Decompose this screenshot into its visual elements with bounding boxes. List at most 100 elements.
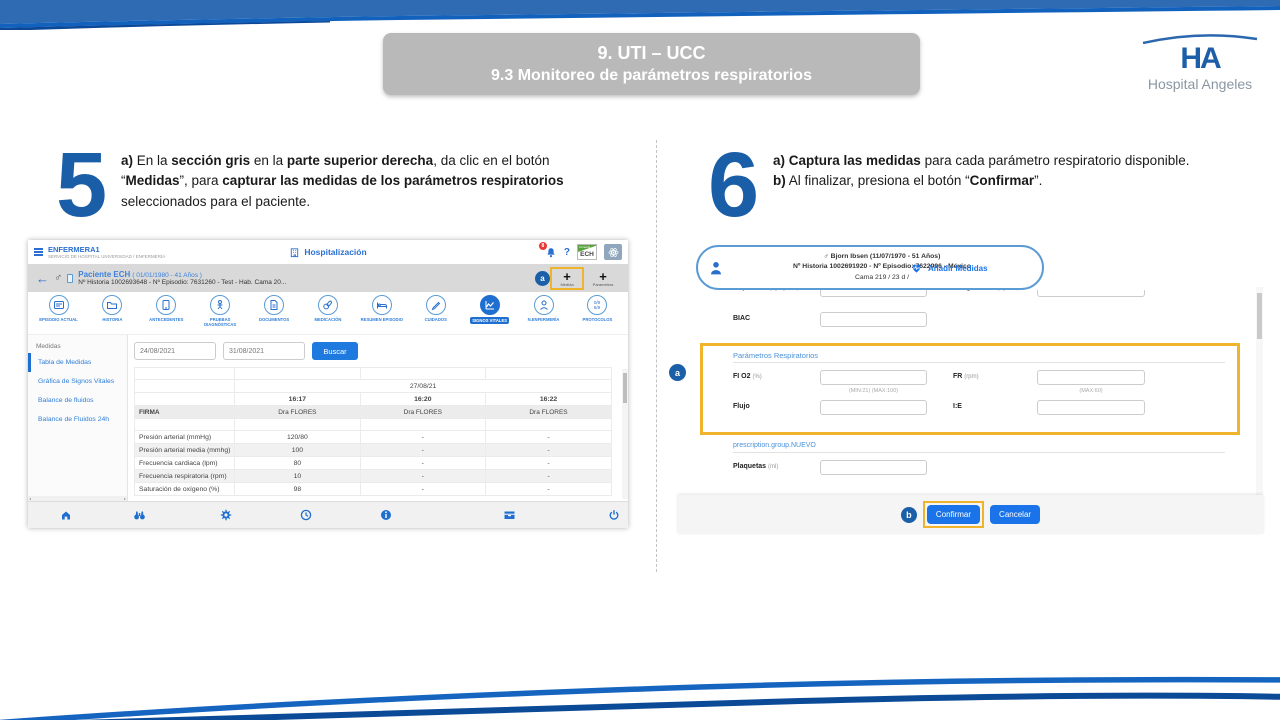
row-value: 10	[234, 469, 361, 483]
row-value: -	[359, 430, 487, 444]
date-header: 27/08/21	[234, 379, 612, 393]
sidebar-item-balance-fluidos-24h[interactable]: Balance de Fluidos 24h	[28, 410, 127, 429]
nav-historia[interactable]: HISTORIA	[86, 295, 139, 334]
back-arrow-icon[interactable]: ←	[36, 272, 49, 285]
app-screenshot-signos-vitales: ENFERMERA1 SERVICIO DE HOSPITAL UNIVERSI…	[28, 240, 628, 528]
pencil-icon	[431, 301, 440, 311]
step5-seg: Medidas	[125, 173, 180, 189]
slide-title: 9. UTI – UCC 9.3 Monitoreo de parámetros…	[383, 33, 920, 95]
dopamina-input[interactable]	[820, 290, 927, 297]
sidebar-item-tabla-de-medidas[interactable]: Tabla de Medidas	[28, 353, 127, 372]
nav-signos-vitales[interactable]: SIGNOS VITALES	[463, 295, 516, 334]
add-measures-label: Añadir Medidas	[928, 263, 988, 273]
row-value: -	[485, 456, 612, 470]
service-name: SERVICIO DE HOSPITAL UNIVERSIDAD / ENFER…	[48, 254, 166, 259]
step6-number: 6	[708, 134, 760, 236]
field-label-nitroglicerina: Nitroglicerina (µg/min)	[950, 290, 1019, 291]
gear-icon[interactable]	[220, 509, 232, 521]
patient-doc-icon	[67, 273, 74, 283]
home-icon[interactable]	[60, 509, 72, 521]
nuevo-section-title: prescription.group.NUEVO	[733, 442, 816, 449]
document-icon	[270, 300, 278, 310]
sidebar-item-balance-fluidos[interactable]: Balance de fluidos	[28, 391, 127, 410]
form-viewport: Dopamina (µg/kg/min) Nitroglicerina (µg/…	[678, 290, 1252, 495]
nav-resumen-episodio[interactable]: RESUMEN EPISODIO	[355, 295, 408, 334]
nurse-icon	[539, 300, 548, 310]
power-icon[interactable]	[608, 509, 620, 521]
add-measures-header[interactable]: Añadir Medidas	[910, 262, 988, 274]
nav-cuidados[interactable]: CUIDADOS	[409, 295, 462, 334]
sidebar-header: Medidas	[36, 343, 61, 350]
folder-icon	[107, 302, 118, 309]
app-screenshot-anadir-medidas: ♂ Bjorn Ibsen (11/07/1970 - 51 Años) Nº …	[669, 242, 1263, 534]
atom-app-icon[interactable]	[604, 244, 622, 260]
step5-number: 5	[56, 134, 108, 236]
table-row-empty	[133, 367, 612, 380]
clock-icon[interactable]	[300, 509, 312, 521]
fr-hint: (MAX:60)	[1079, 388, 1103, 394]
time-cell: 16:22	[485, 392, 612, 406]
row-value: -	[485, 430, 612, 444]
add-parametros-button[interactable]: + Parametros	[590, 270, 616, 287]
nitroglicerina-input[interactable]	[1037, 290, 1145, 297]
protocols-icon: 0/96/9	[594, 300, 601, 310]
date-from-input[interactable]	[134, 342, 216, 360]
archive-icon[interactable]	[503, 509, 516, 521]
cancelar-button[interactable]: Cancelar	[990, 505, 1041, 524]
notifications[interactable]: 8	[538, 241, 557, 259]
field-label-flujo: Flujo	[733, 403, 750, 410]
atom-icon	[608, 247, 618, 257]
nav-pruebas-diagnosticas[interactable]: PRUEBAS DIAGNÓSTICAS	[194, 295, 247, 334]
info-icon[interactable]	[380, 509, 392, 521]
module-name: Hospitalización	[304, 247, 367, 257]
nav-antecedentes[interactable]: ANTECEDENTES	[140, 295, 193, 334]
add-medida-button[interactable]: + Medida	[554, 270, 580, 287]
ech-text: ECH	[580, 251, 594, 259]
fr-input[interactable]	[1037, 370, 1145, 385]
plaquetas-input[interactable]	[820, 460, 927, 475]
field-label-ie: I:E	[953, 403, 962, 410]
vertical-scrollbar[interactable]	[622, 369, 628, 499]
confirm-highlight-box: Confirmar	[922, 501, 985, 528]
step5-seg: sección gris	[171, 153, 251, 168]
nav-protocolos[interactable]: 0/9 6/9 PROTOCOLOS	[571, 295, 624, 334]
plus-icon: +	[563, 268, 571, 284]
fio2-input[interactable]	[820, 370, 927, 385]
firma-cell: Dra FLORES	[485, 405, 612, 419]
slide-title-line2: 9.3 Monitoreo de parámetros respiratorio…	[491, 67, 812, 84]
buscar-button[interactable]: Buscar	[312, 342, 358, 360]
row-value: -	[485, 443, 612, 457]
form-scrollbar[interactable]	[1256, 287, 1263, 497]
row-value: 80	[234, 456, 361, 470]
biac-input[interactable]	[820, 312, 927, 327]
flujo-input[interactable]	[820, 400, 927, 415]
ech-logo[interactable]: Conecta ECH	[577, 244, 597, 260]
nav-n-enfermeria[interactable]: N.ENFERMERÍA	[517, 295, 570, 334]
date-filter-row: Buscar	[134, 342, 620, 360]
nav-episodio-actual[interactable]: EPISODIO ACTUAL	[32, 295, 85, 334]
sidebar-item-grafica-signos-vitales[interactable]: Gráfica de Signos Vitales	[28, 372, 127, 391]
date-to-input[interactable]	[223, 342, 305, 360]
menu-icon[interactable]	[34, 247, 43, 258]
app1-topbar: ENFERMERA1 SERVICIO DE HOSPITAL UNIVERSI…	[28, 240, 628, 264]
confirmar-button[interactable]: Confirmar	[926, 505, 981, 524]
nav-medicacion[interactable]: MEDICACIÓN	[301, 295, 354, 334]
svg-text:6/9: 6/9	[594, 305, 601, 310]
field-label-fr: FR (rpm)	[953, 373, 979, 380]
binoculars-icon[interactable]	[133, 509, 146, 521]
resp-section-title: Parámetros Respiratorios	[733, 351, 819, 360]
table-row-firma: FIRMA Dra FLORES Dra FLORES Dra FLORES	[133, 405, 612, 419]
firma-label: FIRMA	[133, 405, 236, 419]
patient-bed-line: Cama 219 / 23 d /	[854, 273, 910, 281]
patient-name: Paciente ECH	[78, 270, 131, 279]
nav-documentos[interactable]: DOCUMENTOS	[248, 295, 301, 334]
gender-icon: ♂	[823, 252, 829, 260]
section-divider	[733, 452, 1225, 453]
hospital-angeles-logo: HA Hospital Angeles	[1135, 30, 1265, 92]
ie-input[interactable]	[1037, 400, 1145, 415]
table-row: Saturación de oxígeno (%) 98 - -	[133, 482, 612, 496]
male-gender-icon: ♂	[54, 272, 63, 284]
help-icon[interactable]: ?	[564, 247, 570, 258]
field-label-plaquetas: Plaquetas (ml)	[733, 463, 779, 470]
firma-cell: Dra FLORES	[359, 405, 487, 419]
